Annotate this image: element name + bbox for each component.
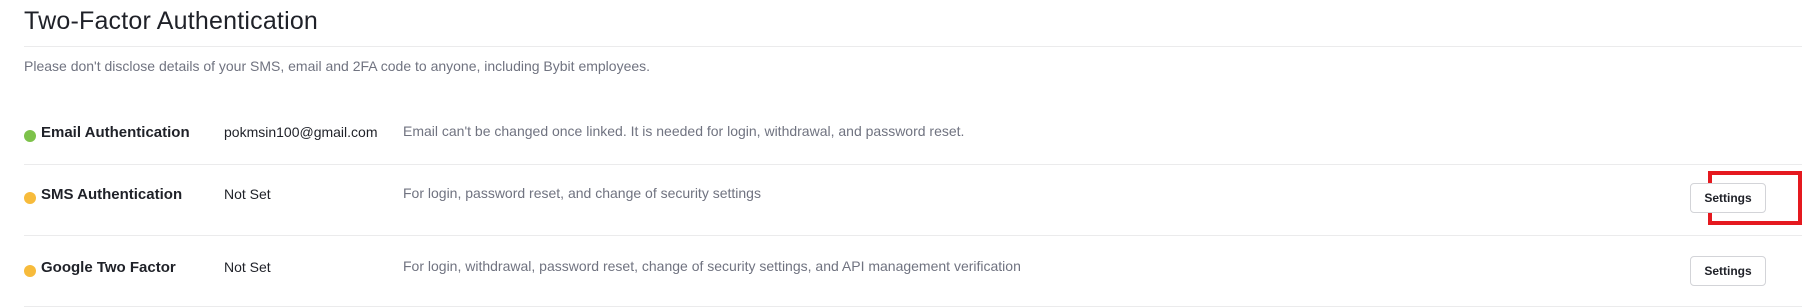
sms-authentication-row: SMS Authentication Not Set For login, pa…: [24, 165, 1802, 236]
method-name-email: Email Authentication: [41, 124, 190, 141]
page-title: Two-Factor Authentication: [24, 7, 319, 35]
method-name-sms: SMS Authentication: [41, 186, 183, 203]
method-description-email: Email can't be changed once linked. It i…: [403, 123, 965, 139]
method-name-google: Google Two Factor: [41, 259, 176, 276]
status-set-icon: [24, 130, 36, 142]
method-status-google: Not Set: [224, 259, 271, 275]
status-not-set-icon: [24, 265, 36, 277]
security-notice: Please don't disclose details of your SM…: [24, 58, 651, 74]
method-description-sms: For login, password reset, and change of…: [403, 185, 761, 201]
sms-settings-button[interactable]: Settings: [1690, 183, 1766, 213]
status-not-set-icon: [24, 192, 36, 204]
method-status-sms: Not Set: [224, 186, 271, 202]
email-authentication-row: Email Authentication pokmsin100@gmail.co…: [24, 98, 1802, 165]
google-settings-button[interactable]: Settings: [1690, 256, 1766, 286]
google-two-factor-row: Google Two Factor Not Set For login, wit…: [24, 236, 1802, 307]
method-status-email: pokmsin100@gmail.com: [224, 124, 378, 140]
title-divider: [24, 46, 1802, 47]
method-description-google: For login, withdrawal, password reset, c…: [403, 258, 1021, 274]
